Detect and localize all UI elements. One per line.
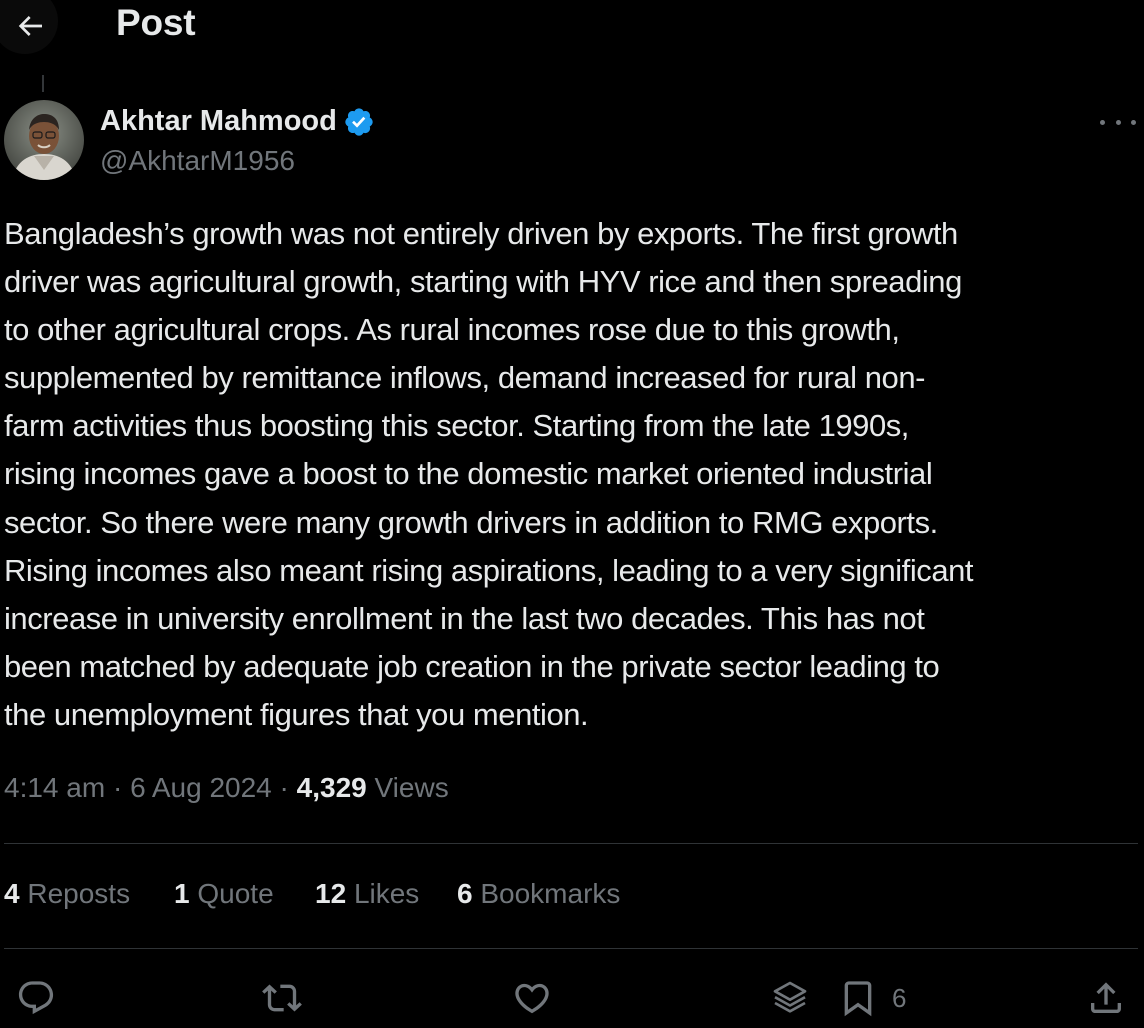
views-count: 4,329 [296, 772, 367, 803]
bookmark-icon [844, 981, 872, 1017]
bookmark-count: 6 [892, 982, 907, 1013]
tweet-text: Bangladesh’s growth was not entirely dri… [4, 210, 1142, 739]
tweet-line: Rising incomes also meant rising aspirat… [4, 552, 974, 588]
tweet-line: to other agricultural crops. As rural in… [4, 312, 900, 348]
divider [4, 948, 1138, 949]
reply-button[interactable] [16, 970, 56, 1026]
back-button[interactable] [0, 0, 58, 54]
bookmarks-label: Bookmarks [480, 878, 621, 909]
tweet-line: Bangladesh’s growth was not entirely dri… [4, 216, 958, 251]
divider [4, 843, 1138, 844]
tweet-line: farm activities thus boosting this secto… [4, 408, 909, 444]
verified-badge-icon[interactable] [343, 106, 375, 138]
like-button[interactable] [512, 970, 552, 1026]
top-bar: Post [0, 0, 1144, 54]
tweet-date[interactable]: 6 Aug 2024 [130, 772, 272, 803]
more-options-icon[interactable] [1100, 112, 1136, 132]
tweet-line: supplemented by remittance inflows, dema… [4, 360, 926, 396]
likes-count: 12 [315, 878, 347, 909]
action-bar: 6 [0, 970, 1144, 1026]
tweet-line: increase in university enrollment in the… [4, 600, 925, 636]
grok-button[interactable] [770, 970, 810, 1026]
tweet-line: been matched by adequate job creation in… [4, 648, 940, 684]
tweet-line: the unemployment figures that you mentio… [4, 696, 589, 732]
repost-icon [262, 984, 302, 1012]
tweet-line: rising incomes gave a boost to the domes… [4, 456, 933, 492]
author-handle[interactable]: @AkhtarM1956 [100, 145, 295, 177]
bookmarks-count: 6 [457, 878, 473, 909]
layers-icon [773, 981, 807, 1013]
views-label: Views [374, 772, 449, 803]
quotes-count: 1 [174, 878, 190, 909]
repost-button[interactable] [262, 970, 302, 1026]
quotes-stat[interactable]: 1 Quote [174, 878, 274, 910]
meta-separator: · [279, 772, 289, 803]
quotes-label: Quote [197, 878, 274, 909]
share-icon [1091, 982, 1121, 1013]
reply-icon [18, 981, 54, 1015]
bookmark-button[interactable]: 6 [838, 970, 906, 1026]
avatar-photo [4, 100, 84, 180]
author-name-text: Akhtar Mahmood [100, 105, 337, 137]
meta-separator: · [112, 772, 123, 803]
avatar[interactable] [4, 100, 84, 180]
tweet-time[interactable]: 4:14 am [4, 772, 105, 803]
reposts-label: Reposts [27, 878, 131, 909]
arrow-left-icon [18, 16, 42, 36]
bookmarks-stat[interactable]: 6 Bookmarks [457, 878, 620, 910]
likes-stat[interactable]: 12 Likes [315, 878, 419, 910]
reposts-count: 4 [4, 878, 20, 909]
thread-connector-line [42, 75, 44, 92]
heart-icon [515, 983, 549, 1014]
tweet-line: sector. So there were many growth driver… [4, 504, 938, 540]
share-button[interactable] [1086, 970, 1126, 1026]
tweet-line: driver was agricultural growth, starting… [4, 264, 962, 300]
reposts-stat[interactable]: 4 Reposts [4, 878, 130, 910]
author-name[interactable]: Akhtar Mahmood [100, 105, 375, 138]
likes-label: Likes [353, 878, 420, 909]
tweet-meta: 4:14 am · 6 Aug 2024 · 4,329 Views [4, 772, 449, 804]
page-title: Post [116, 2, 196, 43]
